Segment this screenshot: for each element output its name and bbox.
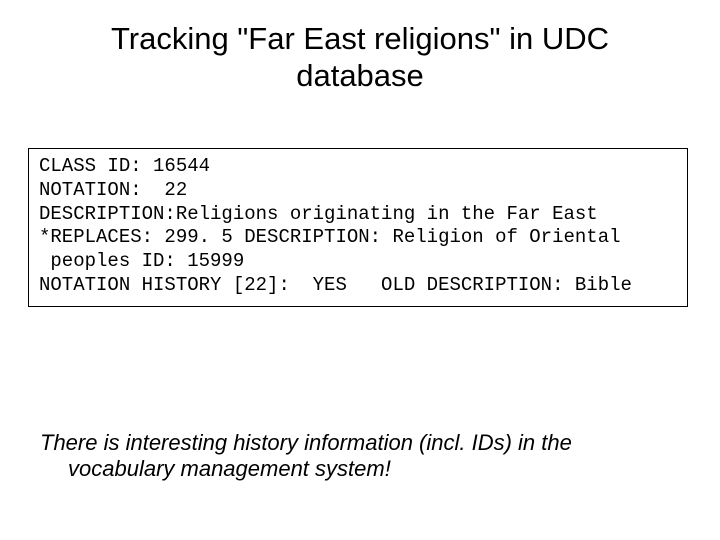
record-line-4: *REPLACES: 299. 5 DESCRIPTION: Religion … — [39, 226, 621, 248]
record-line-6: NOTATION HISTORY [22]: YES OLD DESCRIPTI… — [39, 274, 632, 296]
record-line-2: NOTATION: 22 — [39, 179, 187, 201]
record-box: CLASS ID: 16544 NOTATION: 22 DESCRIPTION… — [28, 148, 688, 307]
footer-note-text: There is interesting history information… — [40, 430, 680, 483]
record-line-1: CLASS ID: 16544 — [39, 155, 210, 177]
slide-title: Tracking "Far East religions" in UDC dat… — [0, 0, 720, 94]
footer-note: There is interesting history information… — [40, 430, 680, 483]
record-line-3: DESCRIPTION:Religions originating in the… — [39, 203, 598, 225]
slide: Tracking "Far East religions" in UDC dat… — [0, 0, 720, 540]
record-line-5: peoples ID: 15999 — [39, 250, 244, 272]
